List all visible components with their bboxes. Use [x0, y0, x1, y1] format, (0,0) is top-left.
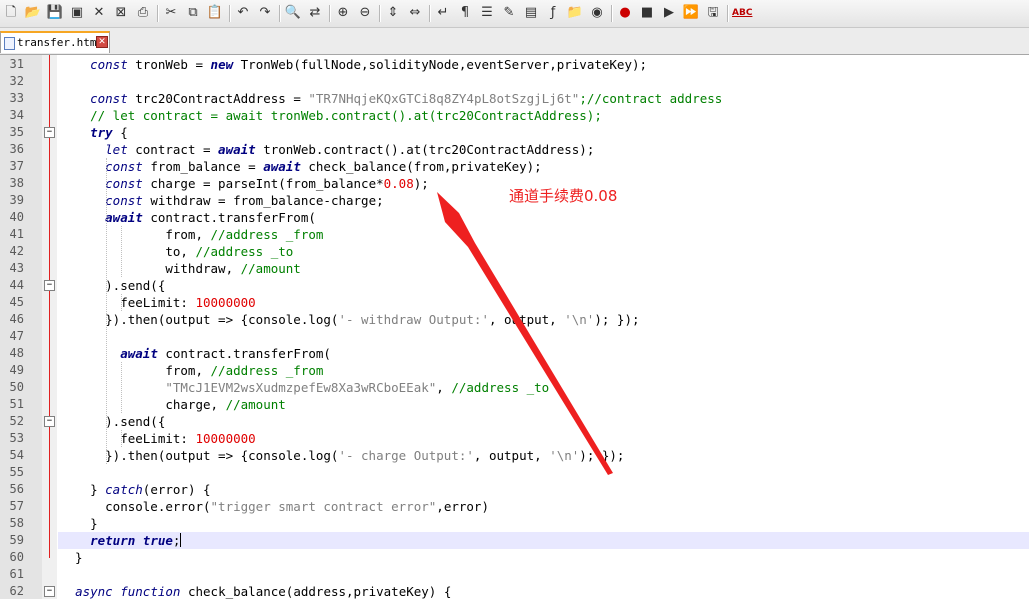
annotation-arrow: [437, 192, 613, 475]
annotation-arrow-shape: [437, 192, 613, 475]
